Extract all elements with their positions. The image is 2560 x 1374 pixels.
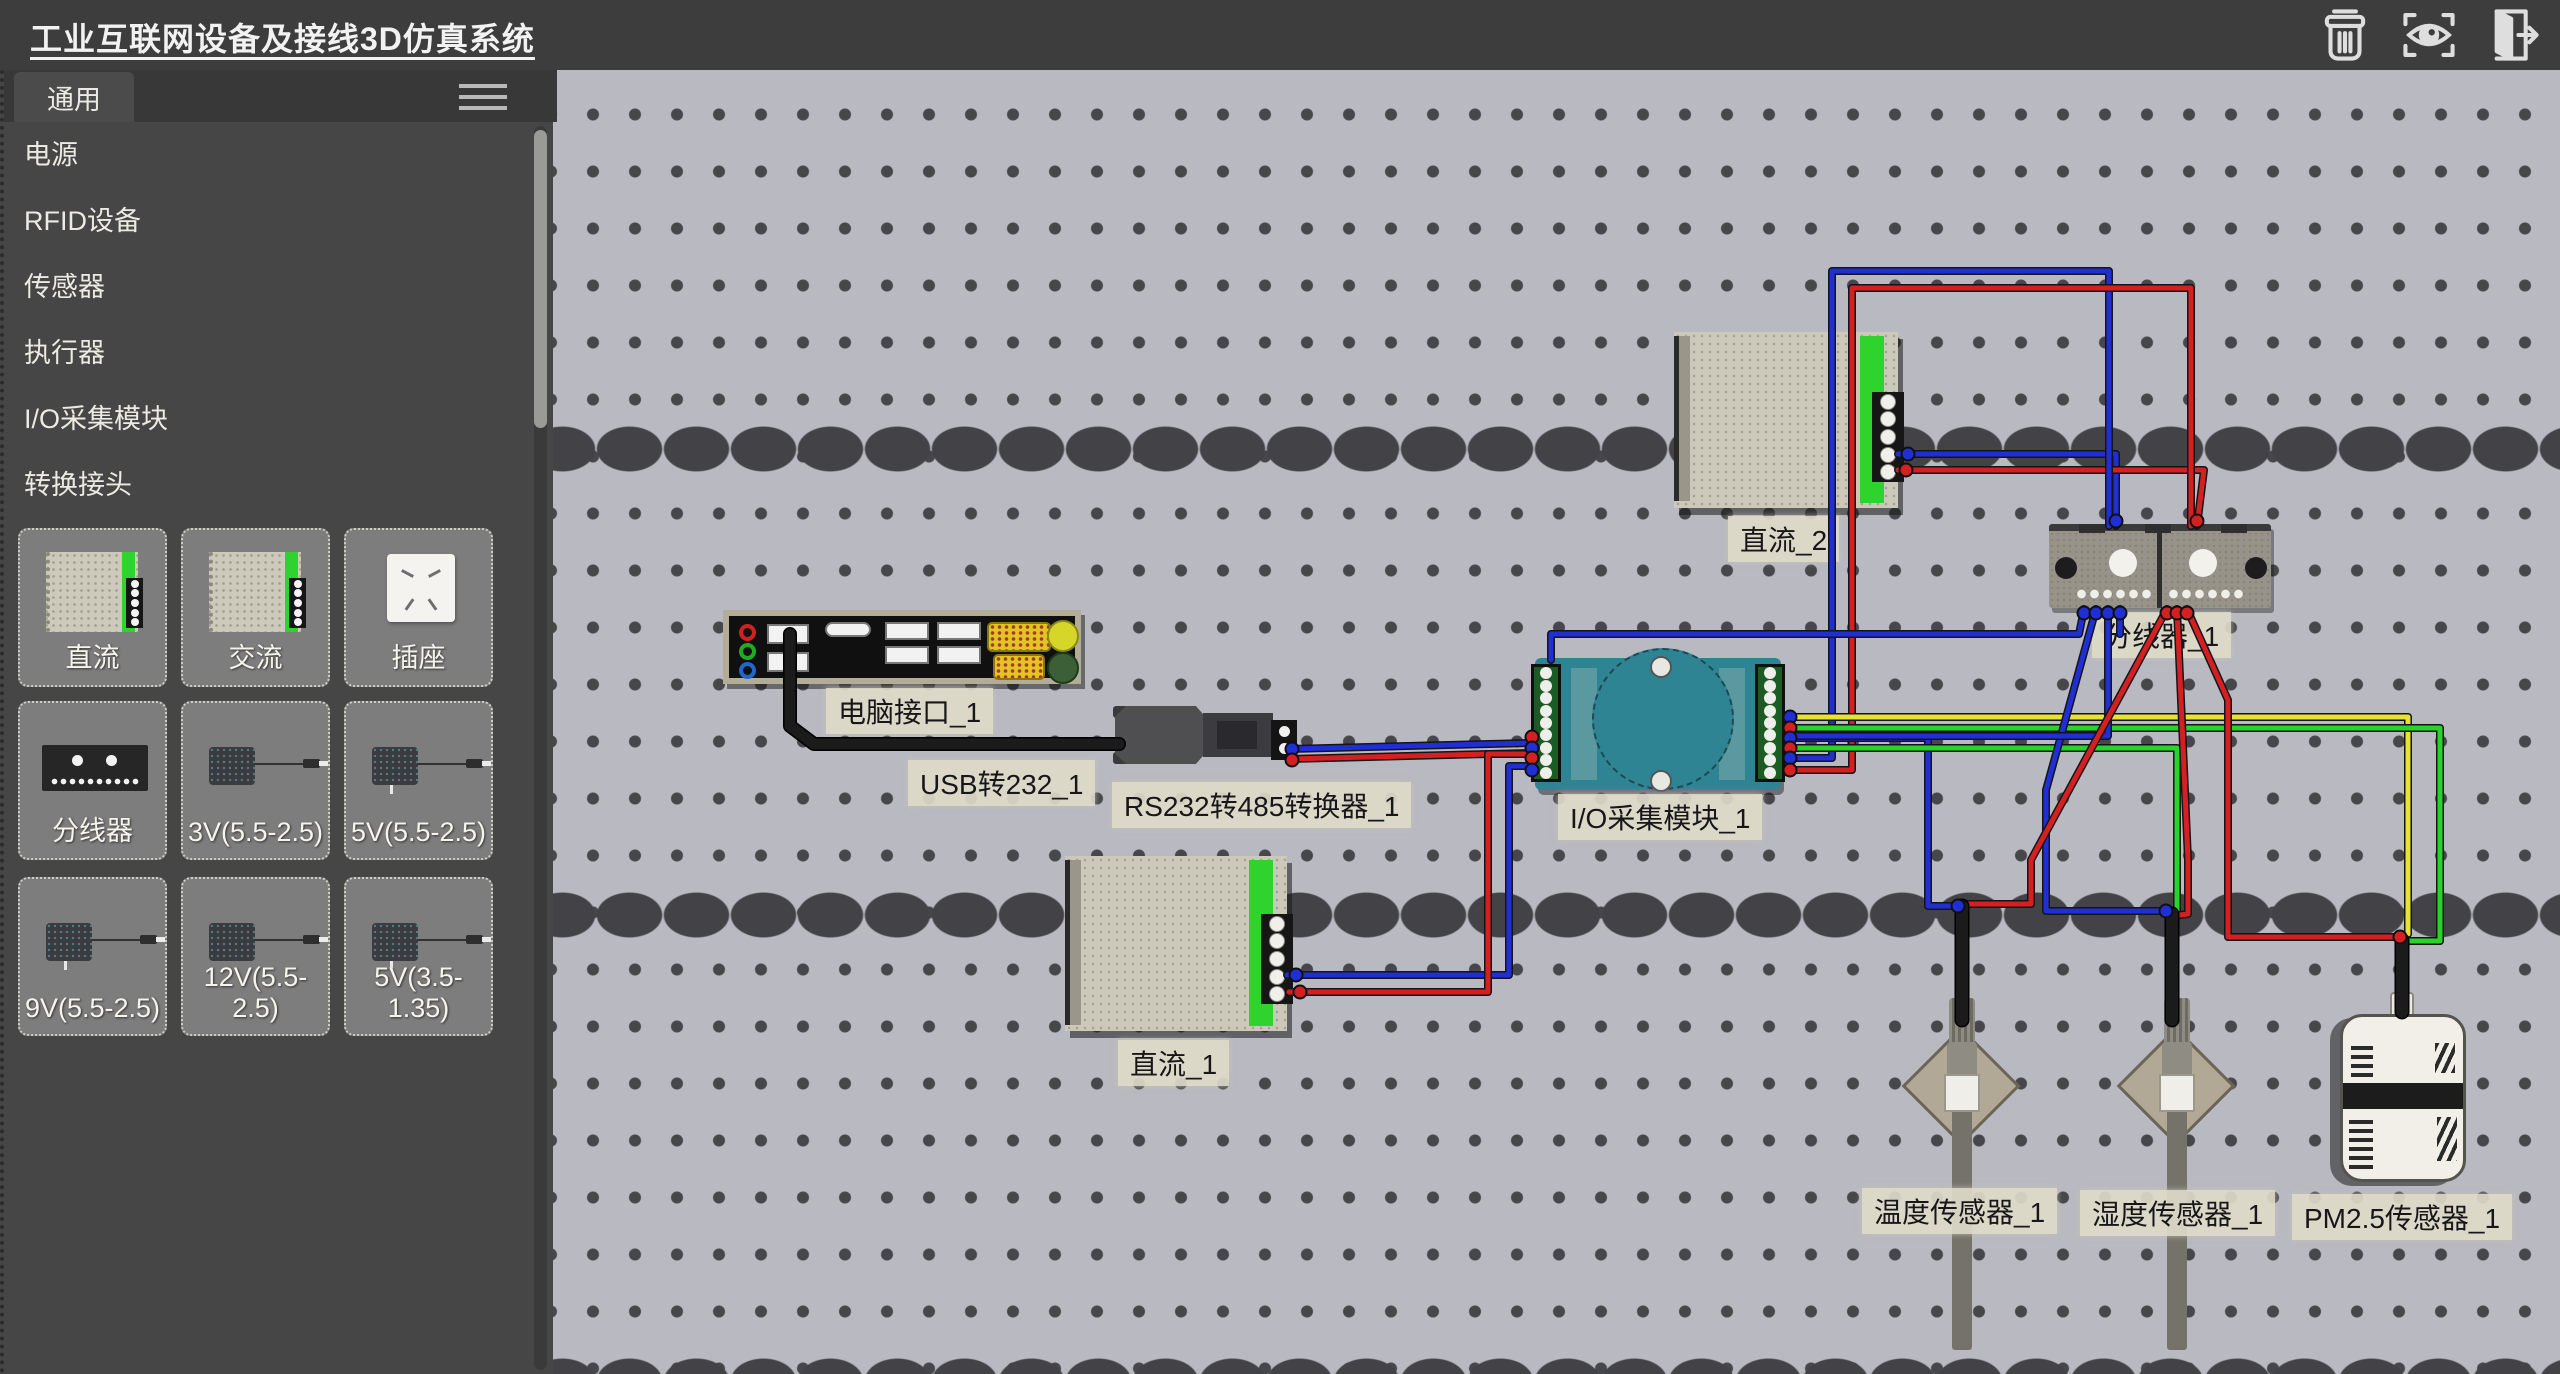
sidebar-scrollbar-thumb[interactable] [534,130,547,428]
menu-item-power[interactable]: 电源 [4,122,524,188]
palette-label: 12V(5.5-2.5) [183,962,328,1024]
palette-item-splitter[interactable]: 分线器 [18,701,167,860]
device-label: I/O采集模块_1 [1558,794,1762,840]
adapter-thumb [203,743,313,793]
device-sidebar: 通用 电源 RFID设备 传感器 执行器 I/O采集模块 转换接头 直流 交流 [0,70,553,1374]
menu-item-sensor[interactable]: 传感器 [4,254,524,320]
ac-thumb [209,552,301,632]
sidebar-scrollbar[interactable] [534,126,547,1370]
menu-item-io-module[interactable]: I/O采集模块 [4,386,524,452]
palette-item-12v[interactable]: 12V(5.5-2.5) [181,877,330,1036]
adapter-thumb [40,919,150,969]
adapter-thumb [366,743,476,793]
app-title: 工业互联网设备及接线3D仿真系统 [30,14,535,60]
dc-thumb [46,552,138,632]
device-pc-interface[interactable] [723,610,1081,684]
app-window: 工业互联网设备及接线3D仿真系统 [0,0,2560,1374]
menu-item-rfid[interactable]: RFID设备 [4,188,524,254]
palette-label: 交流 [183,636,328,675]
exit-icon[interactable] [2482,6,2544,64]
device-pm25-sensor[interactable] [2340,986,2470,1186]
palette-label: 5V(3.5-1.35) [346,962,491,1024]
device-label: 湿度传感器_1 [2080,1190,2275,1236]
palette-item-5v[interactable]: 5V(5.5-2.5) [344,701,493,860]
device-label: USB转232_1 [908,760,1095,806]
palette-item-ac[interactable]: 交流 [181,528,330,687]
header-bar: 工业互联网设备及接线3D仿真系统 [0,0,2560,70]
menu-hamburger-icon[interactable] [459,84,507,110]
view-eye-icon[interactable] [2398,6,2460,64]
simulation-canvas[interactable]: 直流_2 电脑接口_1 USB转232_1 RS232转485转换器_1 I/O… [553,70,2560,1374]
device-dc-1[interactable] [1065,856,1287,1031]
trash-icon[interactable] [2314,6,2376,64]
device-rs232-485-converter[interactable] [1115,706,1305,770]
device-temp-sensor[interactable] [1903,970,2043,1350]
device-dc-2[interactable] [1674,332,1898,508]
pegboard-band [553,892,2560,938]
menu-item-converter[interactable]: 转换接头 [4,452,524,518]
device-label: 直流_1 [1118,1040,1229,1086]
pegboard-band [553,426,2560,472]
menu-item-actuator[interactable]: 执行器 [4,320,524,386]
device-label: 电脑接口_1 [826,688,993,734]
device-label: RS232转485转换器_1 [1112,782,1411,828]
device-label: 分线器_1 [2092,612,2231,658]
palette-label: 分线器 [20,809,165,848]
device-label: 温度传感器_1 [1862,1188,2057,1234]
palette-label: 9V(5.5-2.5) [20,993,165,1024]
device-label: 直流_2 [1728,516,1839,562]
category-menu: 电源 RFID设备 传感器 执行器 I/O采集模块 转换接头 [4,122,524,518]
palette-label: 直流 [20,636,165,675]
palette-item-5v-slim[interactable]: 5V(3.5-1.35) [344,877,493,1036]
palette-item-socket[interactable]: 插座 [344,528,493,687]
pegboard-band [553,1358,2560,1374]
device-humidity-sensor[interactable] [2118,970,2258,1350]
socket-thumb [387,554,455,622]
palette-label: 5V(5.5-2.5) [346,817,491,848]
header-actions [2314,6,2544,64]
sidebar-tabrow: 通用 [4,70,557,122]
splitter-thumb [42,745,148,791]
device-label: PM2.5传感器_1 [2292,1194,2512,1240]
palette-item-9v[interactable]: 9V(5.5-2.5) [18,877,167,1036]
palette-item-dc[interactable]: 直流 [18,528,167,687]
palette-item-3v[interactable]: 3V(5.5-2.5) [181,701,330,860]
palette-label: 插座 [346,636,491,675]
device-splitter[interactable] [2049,524,2271,608]
tab-general[interactable]: 通用 [14,72,134,122]
palette-label: 3V(5.5-2.5) [183,817,328,848]
device-io-module[interactable] [1535,658,1781,790]
